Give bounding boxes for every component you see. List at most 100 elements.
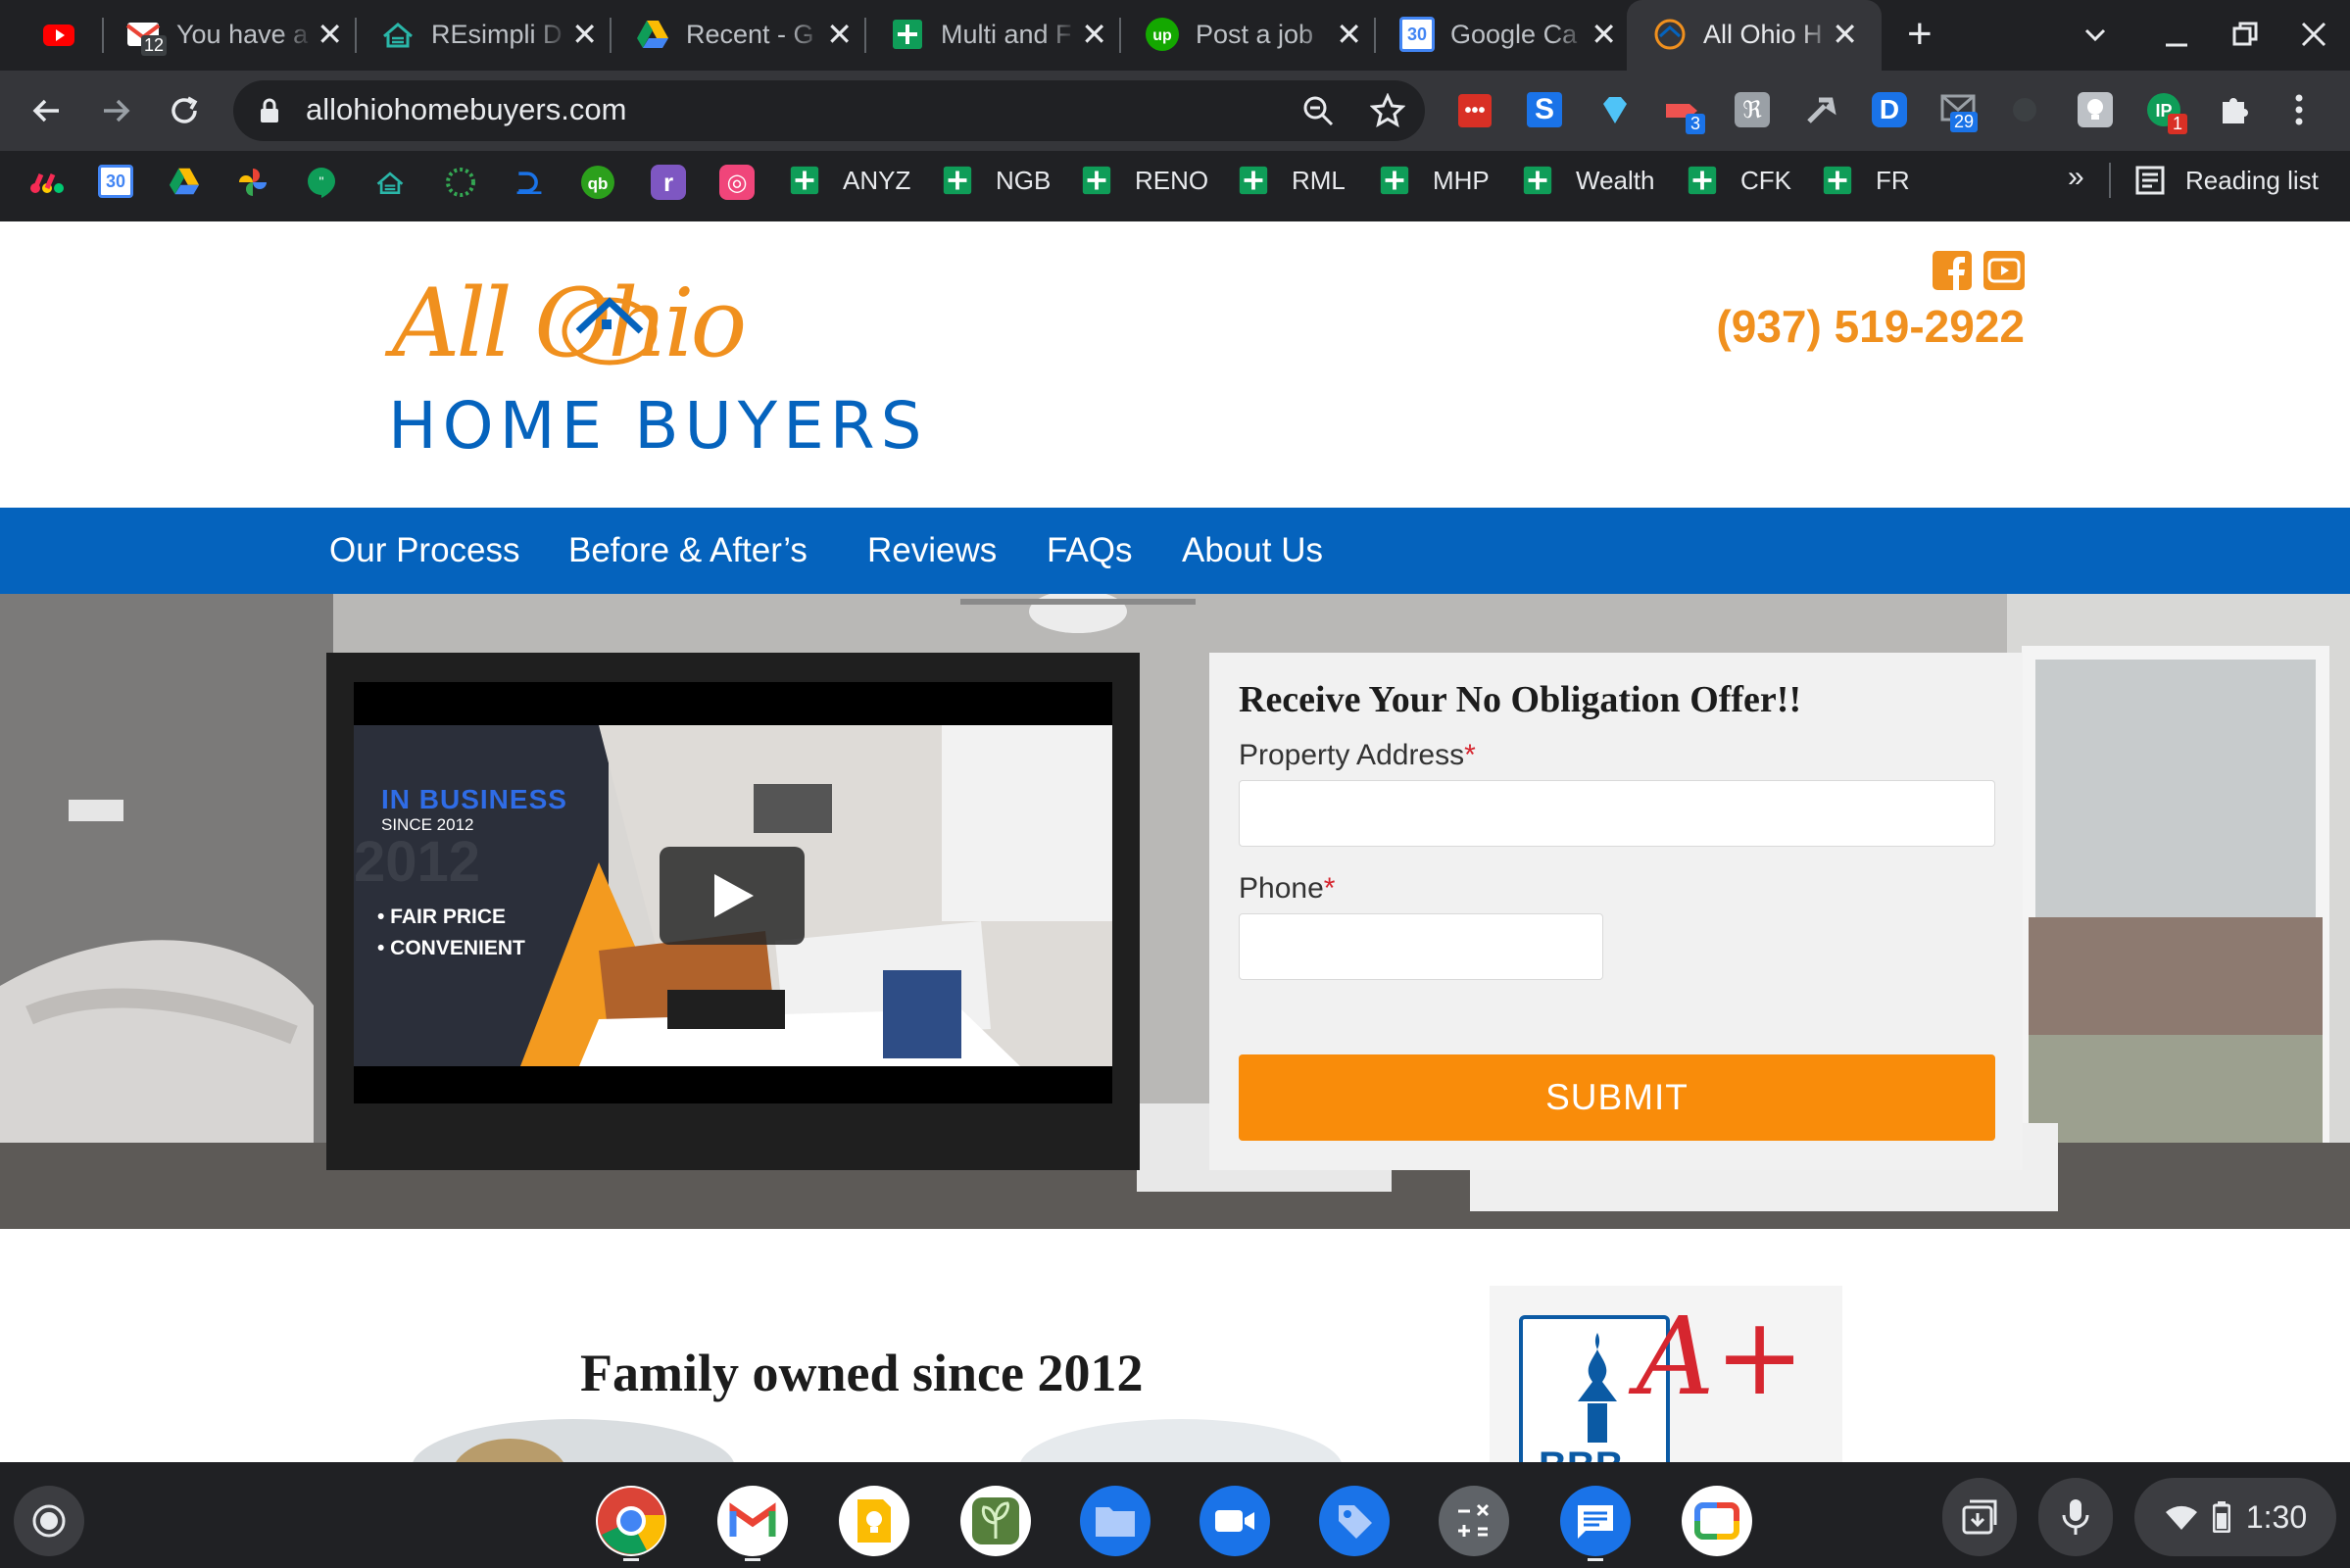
phone-input[interactable] (1239, 913, 1603, 980)
bookmark-photos-icon[interactable] (235, 165, 270, 200)
restore-icon[interactable] (2230, 20, 2260, 49)
submit-button[interactable]: SUBMIT (1239, 1054, 1995, 1141)
play-button[interactable] (660, 847, 805, 945)
extension-hammer-icon[interactable] (1803, 92, 1838, 127)
tab-sheets[interactable]: Multi and F ✕ (890, 0, 1107, 69)
bookmark-reno[interactable]: RENO (1080, 153, 1208, 208)
bookmark-fr[interactable]: FR (1821, 153, 1910, 208)
reload-icon[interactable] (167, 93, 202, 128)
video-player[interactable]: IN BUSINESS SINCE 2012 2012 • FAIR PRICE… (326, 653, 1140, 1170)
extension-ip-icon[interactable]: IP 1 (2146, 92, 2188, 134)
close-tab-icon[interactable]: ✕ (571, 16, 598, 53)
extension-diamond-icon[interactable] (1597, 92, 1633, 127)
browser-menu-icon[interactable] (2289, 92, 2309, 127)
bookmark-star-icon[interactable] (1370, 93, 1405, 128)
bookmark-calendar-icon[interactable]: 30 (98, 165, 133, 198)
tab-drive[interactable]: Recent - G ✕ (635, 0, 853, 69)
keep-app-icon[interactable] (839, 1486, 909, 1556)
extensions-puzzle-icon[interactable] (2217, 92, 2252, 127)
youtube-social-icon[interactable] (1983, 251, 2025, 290)
extension-s-icon[interactable]: S (1527, 92, 1562, 127)
close-window-icon[interactable] (2299, 20, 2328, 49)
zoom-app-icon[interactable] (1199, 1486, 1270, 1556)
voice-input-button[interactable] (2038, 1478, 2113, 1556)
bookmark-green-dots-icon[interactable] (443, 165, 478, 200)
url-text[interactable]: allohiohomebuyers.com (306, 92, 626, 127)
plant-app-icon[interactable] (960, 1486, 1031, 1556)
close-tab-icon[interactable]: ✕ (1336, 16, 1362, 53)
forward-arrow-icon[interactable] (98, 93, 133, 128)
gmail-app-icon[interactable] (717, 1486, 788, 1556)
back-arrow-icon[interactable] (29, 93, 65, 128)
bookmark-rml[interactable]: RML (1237, 153, 1346, 208)
address-bar[interactable]: allohiohomebuyers.com (233, 80, 1425, 141)
close-tab-icon[interactable]: ✕ (317, 16, 343, 53)
bookmarks-overflow-button[interactable]: » (2068, 161, 2084, 194)
nav-about-us[interactable]: About Us (1182, 508, 1323, 594)
nav-our-process[interactable]: Our Process (329, 508, 520, 594)
extension-red-icon[interactable]: ••• (1458, 94, 1492, 127)
extension-d-icon[interactable]: D (1872, 92, 1907, 127)
nav-before-after[interactable]: Before & After’s (568, 508, 808, 594)
zoom-icon[interactable] (1301, 94, 1335, 127)
tab-calendar[interactable]: 30 Google Ca ✕ (1399, 0, 1617, 69)
tab-youtube[interactable] (41, 0, 100, 69)
lock-icon[interactable] (259, 98, 280, 123)
nav-reviews[interactable]: Reviews (867, 508, 997, 594)
bookmark-blue-d-icon[interactable] (512, 167, 547, 198)
phone-number[interactable]: (937) 519-2922 (1699, 300, 2025, 353)
bookmark-quickbooks-icon[interactable]: qb (580, 165, 615, 200)
close-tab-icon[interactable]: ✕ (1591, 16, 1617, 53)
extension-bulb-icon[interactable] (2078, 92, 2113, 127)
bbb-badge-card: BBB A+ (1490, 1286, 1842, 1488)
facebook-icon[interactable] (1933, 251, 1972, 290)
bookmark-resimpli-icon[interactable] (372, 167, 408, 198)
extension-3-icon[interactable]: 3 (1664, 94, 1706, 134)
chrome-app-icon[interactable] (596, 1486, 666, 1556)
microphone-icon (2062, 1499, 2089, 1535)
tab-all-ohio-active[interactable]: All Ohio H ✕ (1652, 0, 1858, 69)
sheets-icon (943, 166, 972, 195)
bookmark-hangouts-icon[interactable]: " (304, 165, 339, 200)
close-tab-icon[interactable]: ✕ (1832, 16, 1858, 53)
close-tab-icon[interactable]: ✕ (1081, 16, 1107, 53)
bookmarks-divider (2109, 163, 2111, 198)
tab-upwork[interactable]: up Post a job ✕ (1145, 0, 1362, 69)
sheets-icon (1082, 166, 1111, 195)
video-bullet-fair-price: • FAIR PRICE (377, 906, 507, 928)
launcher-button[interactable] (14, 1486, 84, 1556)
bookmark-r-icon[interactable]: r (651, 165, 686, 200)
new-tab-button[interactable]: + (1907, 10, 1933, 59)
bookmark-mhp[interactable]: MHP (1378, 153, 1490, 208)
monday-icon[interactable] (29, 167, 65, 196)
property-address-input[interactable] (1239, 780, 1995, 847)
reading-list-icon (2135, 166, 2165, 195)
tab-search-icon[interactable] (2081, 22, 2109, 49)
nav-faqs[interactable]: FAQs (1047, 508, 1133, 594)
meet-app-icon[interactable] (1682, 1486, 1752, 1556)
bookmark-ngb[interactable]: NGB (941, 153, 1051, 208)
tab-resimpli[interactable]: REsimpli D ✕ (380, 0, 598, 69)
bookmark-anyz[interactable]: ANYZ (788, 153, 910, 208)
bookmark-wealth[interactable]: Wealth (1521, 153, 1654, 208)
status-tray[interactable]: 1:30 (2134, 1478, 2336, 1556)
bookmark-cfk[interactable]: CFK (1686, 153, 1791, 208)
extension-grey-icon[interactable] (2009, 94, 2040, 125)
extension-mail-icon[interactable]: 29 (1940, 94, 1979, 132)
close-tab-icon[interactable]: ✕ (826, 16, 853, 53)
messages-app-icon[interactable] (1560, 1486, 1631, 1556)
holding-space-button[interactable] (1942, 1478, 2017, 1556)
reading-list-button[interactable]: Reading list (2134, 153, 2319, 208)
tag-app-icon[interactable] (1319, 1486, 1390, 1556)
calculator-app-icon[interactable] (1439, 1486, 1509, 1556)
bookmark-label: CFK (1740, 165, 1791, 195)
site-logo[interactable]: All Ohio HOME BUYERS (388, 269, 1015, 478)
minimize-icon[interactable] (2162, 20, 2191, 49)
files-app-icon[interactable] (1080, 1486, 1151, 1556)
tab-title: REsimpli D (431, 19, 563, 49)
extension-k-icon[interactable]: ℜ (1735, 92, 1770, 127)
bookmark-pink-icon[interactable]: ◎ (719, 165, 755, 200)
sheets-icon (1523, 166, 1552, 195)
tab-gmail[interactable]: 12 You have a ✕ (125, 0, 343, 69)
bookmark-drive-icon[interactable] (167, 165, 202, 198)
